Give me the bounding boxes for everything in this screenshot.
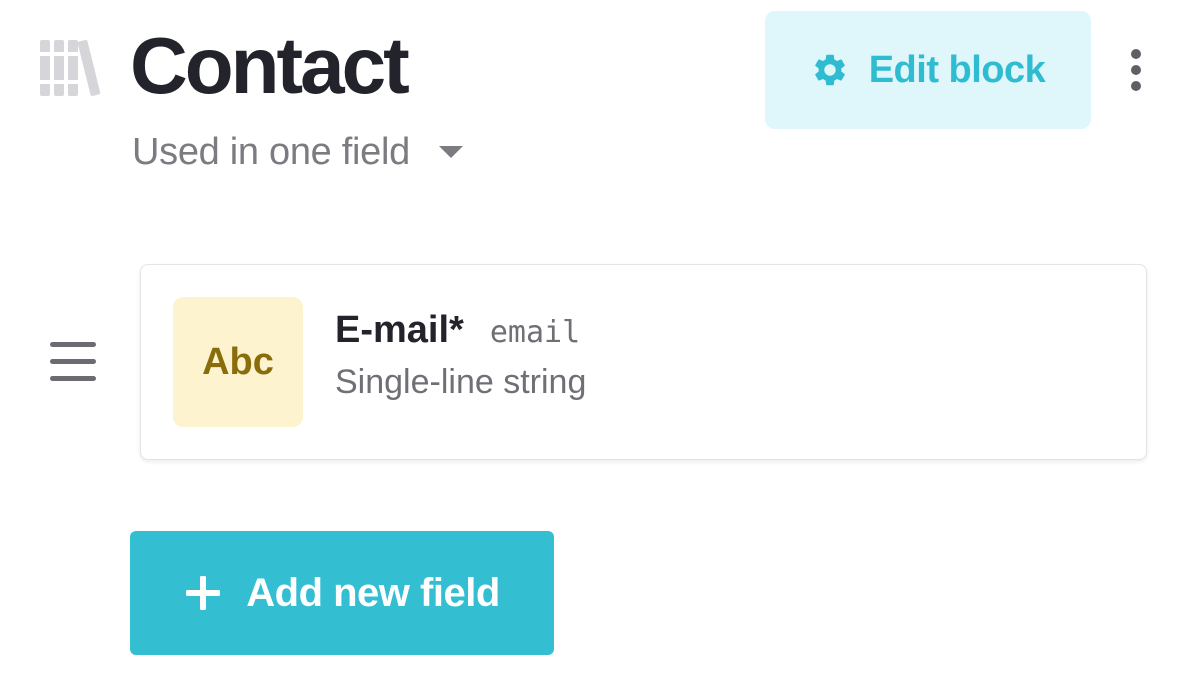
- page-title: Contact: [130, 21, 410, 110]
- field-title-row: E-mail * email: [335, 309, 580, 352]
- more-vertical-icon[interactable]: [1120, 46, 1152, 94]
- usage-label: Used in one field: [132, 130, 410, 173]
- caret-down-icon: [438, 146, 463, 158]
- edit-block-label: Edit block: [868, 48, 1046, 91]
- block-editor-page: Contact Used in one field Edit block Abc…: [0, 0, 1200, 692]
- add-new-field-button[interactable]: Add new field: [130, 531, 554, 655]
- add-new-field-label: Add new field: [246, 570, 500, 615]
- required-marker: *: [449, 309, 464, 351]
- field-name: E-mail: [335, 309, 450, 351]
- field-api-key: email: [489, 315, 581, 350]
- usage-dropdown[interactable]: Used in one field: [132, 126, 464, 178]
- edit-block-button[interactable]: Edit block: [765, 11, 1091, 129]
- gear-icon: [814, 54, 845, 86]
- field-type-badge: Abc: [173, 297, 303, 427]
- string-type-icon: Abc: [202, 340, 274, 383]
- plus-icon: [186, 576, 221, 610]
- field-card-email[interactable]: Abc E-mail * email Single-line string: [140, 264, 1147, 460]
- library-books-icon: [40, 40, 101, 96]
- drag-handle-icon[interactable]: [48, 338, 98, 386]
- field-type-label: Single-line string: [335, 363, 587, 401]
